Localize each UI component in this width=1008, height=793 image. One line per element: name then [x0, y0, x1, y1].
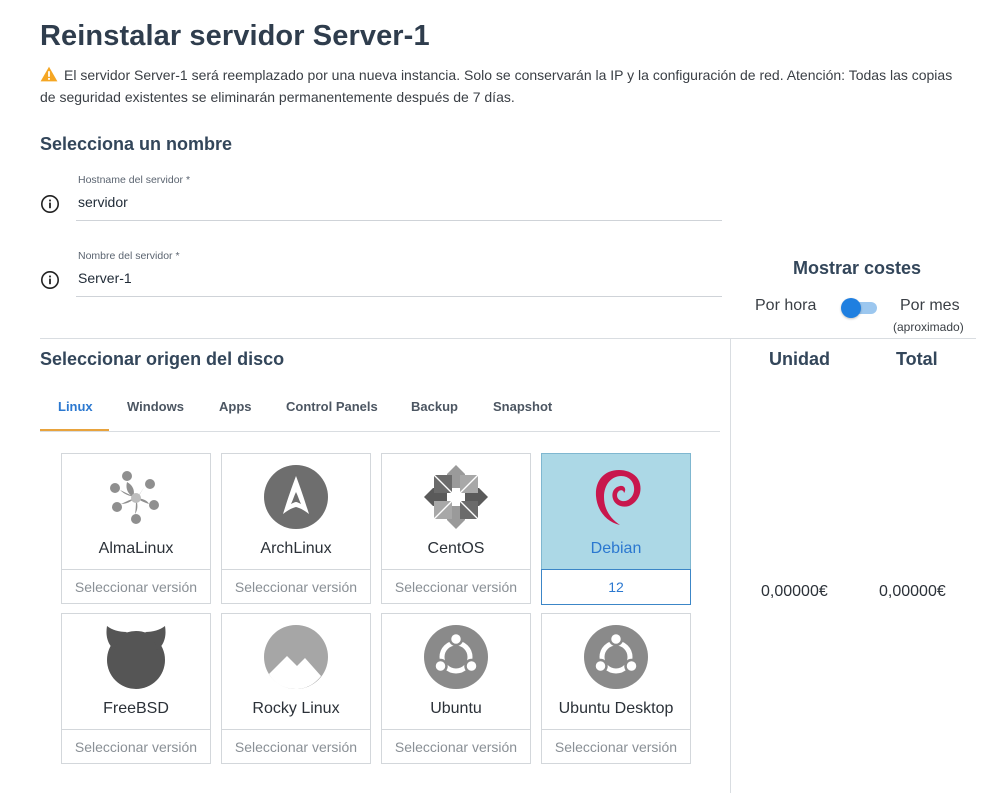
version-select[interactable]: Seleccionar versión	[221, 569, 371, 605]
cost-period-toggle-row: Por hora Por mes	[755, 296, 975, 320]
hostname-field: Hostname del servidor * servidor	[40, 174, 722, 226]
freebsd-icon	[106, 626, 166, 689]
total-column-header: Total	[896, 349, 938, 369]
disk-section-title: Seleccionar origen del disco	[40, 349, 285, 369]
debian-icon	[595, 470, 641, 525]
info-icon[interactable]	[40, 270, 60, 290]
hostname-input[interactable]: servidor	[78, 194, 128, 210]
os-card-ubuntu[interactable]: Ubuntu Seleccionar versión	[381, 613, 531, 764]
tab-linux[interactable]: Linux	[58, 399, 93, 414]
os-name: Debian	[590, 540, 642, 557]
version-select[interactable]: Seleccionar versión	[221, 729, 371, 765]
server-name-underline	[76, 296, 722, 297]
page-title: Reinstalar servidor Server-1	[40, 20, 430, 52]
tab-apps[interactable]: Apps	[219, 399, 252, 414]
server-name-field: Nombre del servidor * Server-1	[40, 250, 722, 302]
os-name: FreeBSD	[103, 700, 169, 717]
os-card-debian[interactable]: Debian 12	[541, 453, 691, 605]
tab-backup[interactable]: Backup	[411, 399, 458, 414]
almalinux-icon	[110, 471, 159, 524]
os-card-centos[interactable]: CentOS Seleccionar versión	[381, 453, 531, 604]
os-name: AlmaLinux	[98, 540, 174, 557]
os-name: Ubuntu Desktop	[558, 700, 674, 717]
version-select[interactable]: Seleccionar versión	[61, 569, 211, 605]
os-card-ubuntu-desktop[interactable]: Ubuntu Desktop Seleccionar versión	[541, 613, 691, 764]
warning-text: El servidor Server-1 será reemplazado po…	[40, 67, 953, 105]
archlinux-icon	[264, 465, 328, 529]
total-price: 0,00000€	[879, 583, 946, 600]
version-select[interactable]: Seleccionar versión	[381, 729, 531, 765]
os-card-almalinux[interactable]: AlmaLinux Seleccionar versión	[61, 453, 211, 604]
column-divider	[730, 338, 731, 793]
server-name-label: Nombre del servidor *	[78, 250, 180, 262]
warning-message: El servidor Server-1 será reemplazado po…	[40, 64, 970, 108]
toggle-knob	[841, 298, 861, 318]
disk-source-tabs: Linux Windows Apps Control Panels Backup…	[40, 384, 720, 432]
tab-control-panels[interactable]: Control Panels	[286, 399, 378, 414]
ubuntu-icon	[424, 625, 488, 689]
per-hour-label: Por hora	[755, 297, 817, 314]
hostname-underline	[76, 220, 722, 221]
version-select[interactable]: Seleccionar versión	[381, 569, 531, 605]
active-tab-indicator	[40, 429, 109, 431]
tab-windows[interactable]: Windows	[127, 399, 184, 414]
per-month-label: Por mes	[900, 297, 960, 314]
centos-icon	[424, 465, 488, 529]
unit-column-header: Unidad	[769, 349, 830, 369]
tab-snapshot[interactable]: Snapshot	[493, 399, 552, 414]
ubuntu-desktop-icon	[584, 625, 648, 689]
version-select[interactable]: Seleccionar versión	[61, 729, 211, 765]
version-select[interactable]: 12	[541, 569, 691, 605]
os-name: Ubuntu	[430, 700, 482, 717]
rocky-linux-icon	[264, 625, 328, 689]
os-card-freebsd[interactable]: FreeBSD Seleccionar versión	[61, 613, 211, 764]
os-name: ArchLinux	[260, 540, 332, 557]
hostname-label: Hostname del servidor *	[78, 174, 191, 186]
name-section-title: Selecciona un nombre	[40, 134, 233, 154]
server-name-input[interactable]: Server-1	[78, 270, 132, 286]
info-icon[interactable]	[40, 194, 60, 214]
section-divider	[40, 338, 976, 339]
unit-price: 0,00000€	[761, 583, 828, 600]
warning-icon	[40, 66, 58, 82]
version-select[interactable]: Seleccionar versión	[541, 729, 691, 765]
show-costs-title: Mostrar costes	[793, 258, 922, 278]
os-name: CentOS	[427, 540, 485, 557]
os-name: Rocky Linux	[252, 700, 340, 717]
os-card-archlinux[interactable]: ArchLinux Seleccionar versión	[221, 453, 371, 604]
cost-period-toggle[interactable]	[841, 298, 877, 318]
os-card-rocky-linux[interactable]: Rocky Linux Seleccionar versión	[221, 613, 371, 764]
approximate-note: (aproximado)	[893, 320, 964, 334]
